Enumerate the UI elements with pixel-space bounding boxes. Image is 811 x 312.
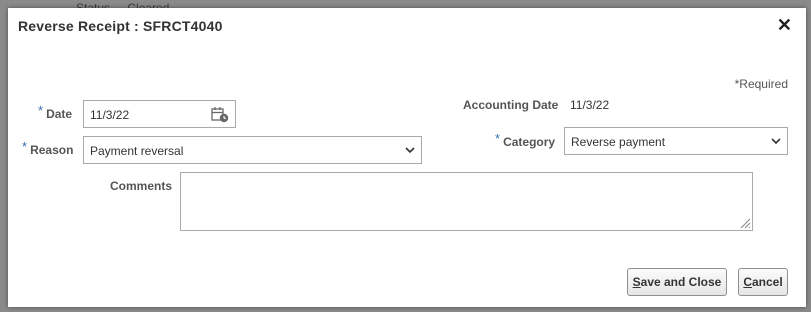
chevron-down-icon [771,138,781,145]
reason-label: * Reason [22,139,74,157]
chevron-down-icon [405,147,415,154]
accounting-date-label: Accounting Date [463,98,559,112]
date-label: * Date [38,103,73,121]
cancel-access-key: C [743,275,752,289]
required-star: * [495,131,501,146]
required-star: * [38,103,44,118]
required-note: *Required [734,77,788,91]
comments-textarea[interactable] [180,172,753,231]
dialog-title: Reverse Receipt : SFRCT4040 [18,18,223,34]
required-star: * [22,139,28,154]
category-select[interactable]: Reverse payment [564,127,788,155]
reason-select[interactable]: Payment reversal [83,136,422,164]
reason-value: Payment reversal [90,144,184,158]
accounting-date-value: 11/3/22 [570,98,610,112]
reverse-receipt-dialog: Reverse Receipt : SFRCT4040 ✕ *Required … [8,8,806,307]
date-value: 11/3/22 [90,108,130,122]
comments-label: Comments [110,179,173,193]
close-icon[interactable]: ✕ [777,15,792,36]
category-label: * Category [495,131,556,149]
cancel-button[interactable]: Cancel [738,268,788,296]
resize-grip-icon[interactable] [739,217,751,229]
save-access-key: S [632,275,641,289]
date-field[interactable]: 11/3/22 [83,100,236,128]
calendar-icon[interactable] [211,106,229,123]
save-and-close-button[interactable]: Save and Close [627,268,727,296]
category-value: Reverse payment [571,135,666,149]
